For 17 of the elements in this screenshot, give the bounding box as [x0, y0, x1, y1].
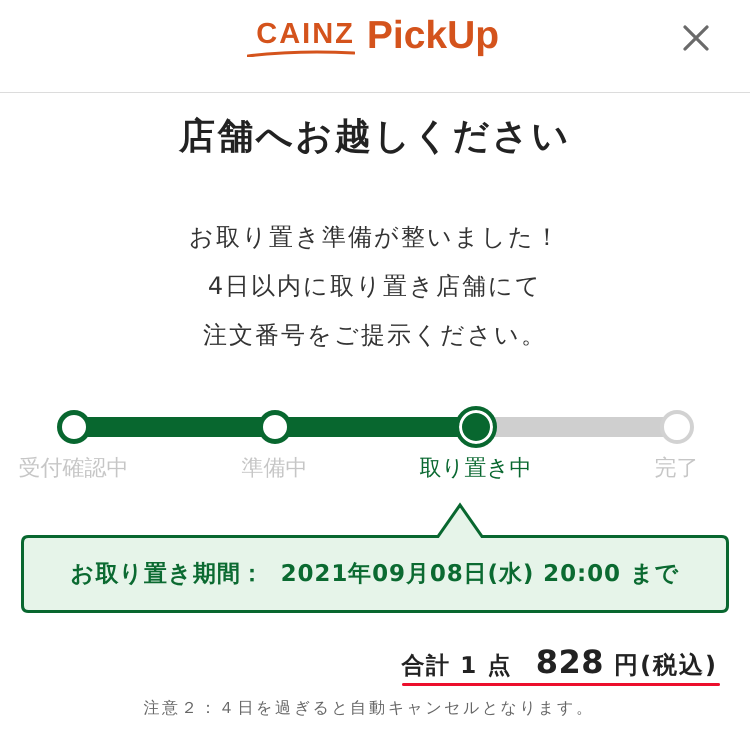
close-button[interactable]: [682, 24, 710, 52]
close-icon: [682, 24, 710, 52]
ready-message: お取り置き準備が整いました！ 4日以内に取り置き店舗にて 注文番号をご提示ください。: [189, 222, 561, 351]
swoosh-icon: [246, 49, 355, 57]
cancel-note: 注意２：４日を過ぎると自動キャンセルとなります。: [142, 698, 596, 719]
item-count: 合計 1 点: [402, 652, 512, 681]
step-label: 準備中: [242, 456, 308, 482]
period-value: 2021年09月08日(水) 20:00 まで: [280, 560, 680, 589]
period-label: お取り置き期間：: [70, 560, 265, 589]
step-label: 取り置き中: [420, 456, 532, 482]
currency-tax-label: 円(税込): [614, 650, 718, 681]
brand-logo-text: CAINZ: [256, 19, 355, 49]
step-label: 完了: [654, 456, 698, 482]
service-logo-text: PickUp: [366, 14, 500, 58]
page-title: 店舗へお越しください: [178, 117, 572, 157]
total-amount: 828: [536, 643, 604, 681]
step-label: 受付確認中: [18, 456, 128, 482]
